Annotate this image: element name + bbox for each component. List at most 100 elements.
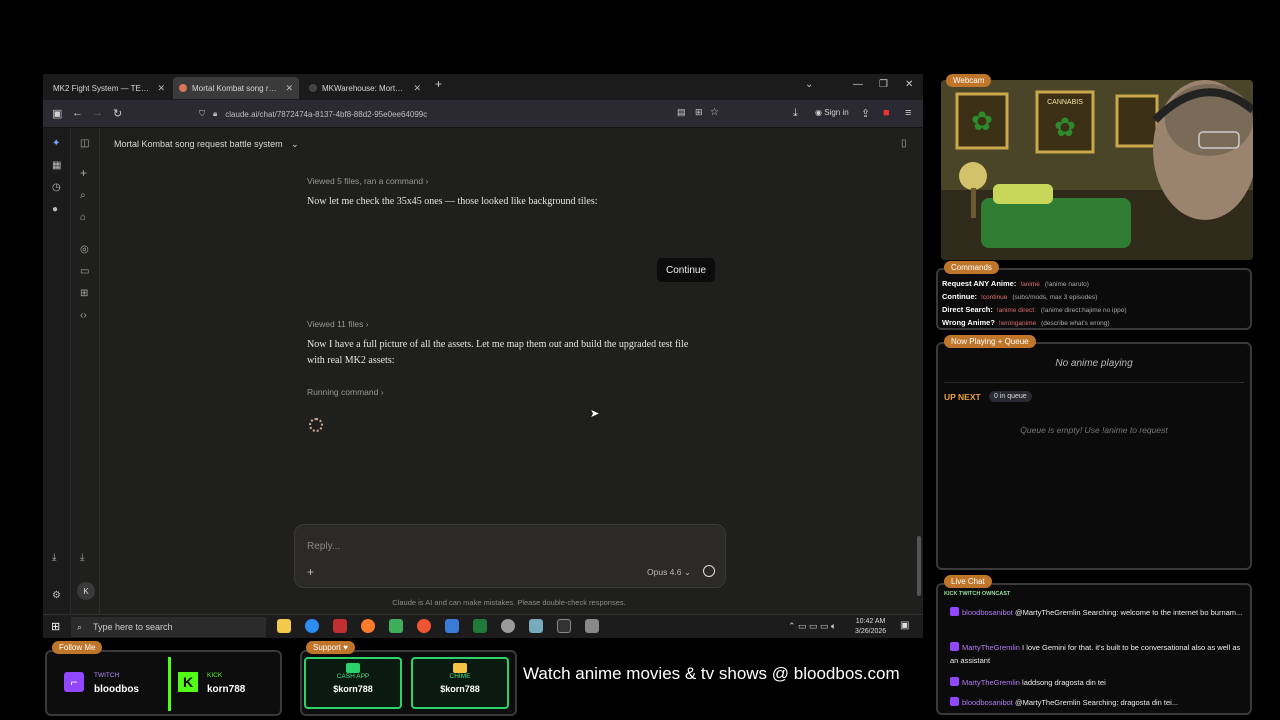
extension-badge-icon[interactable]: ■: [883, 107, 890, 119]
tool-summary-2[interactable]: Viewed 11 files ›: [307, 319, 369, 329]
reload-icon[interactable]: ↻: [113, 107, 122, 120]
apps-icon[interactable]: ⊞: [80, 288, 88, 299]
reader-icon[interactable]: ▤: [677, 107, 686, 118]
new-chat-icon[interactable]: +: [80, 166, 87, 180]
app-icon[interactable]: [585, 619, 599, 633]
browser-sidebar: ✦ ▦ ◷ ● ⤓ ⚙: [43, 128, 71, 614]
search-icon[interactable]: ⌕: [80, 190, 86, 201]
menu-icon[interactable]: ≡: [905, 107, 911, 119]
download-app-icon[interactable]: ⤓: [80, 552, 84, 563]
continue-button[interactable]: Continue: [657, 258, 715, 282]
chevron-down-icon[interactable]: ⌄: [805, 79, 813, 90]
divider: [944, 382, 1244, 383]
artifact-panel-icon[interactable]: ▯: [901, 138, 907, 149]
forward-icon[interactable]: →: [92, 107, 103, 119]
artifacts-icon[interactable]: ▭: [80, 266, 89, 277]
tab-mkwarehouse[interactable]: MKWarehouse: Mortal Kombat ✕: [303, 77, 427, 99]
avatar[interactable]: K: [77, 582, 95, 600]
nav-bar: ▣ ← → ↻ ⛉ 🔒︎ claude.ai/chat/7872474a-813…: [43, 100, 923, 128]
claude-icon: [179, 84, 187, 92]
app-icon[interactable]: [333, 619, 347, 633]
color-picker-icon[interactable]: ●: [52, 204, 58, 215]
chats-icon[interactable]: ⌂: [80, 212, 86, 223]
close-window-button[interactable]: ✕: [905, 79, 913, 90]
app-icon[interactable]: [389, 619, 403, 633]
bookmarks-icon[interactable]: ▦: [52, 160, 61, 171]
file-explorer-icon[interactable]: [277, 619, 291, 633]
sign-in-button[interactable]: ◉ Sign in: [815, 108, 849, 117]
close-icon[interactable]: ✕: [157, 83, 165, 94]
chat-message: bloodbosanibot @MartyTheGremlin Searchin…: [950, 696, 1246, 709]
app-icon[interactable]: [445, 619, 459, 633]
app-icon[interactable]: [473, 619, 487, 633]
tool-summary-1[interactable]: Viewed 5 files, ran a command ›: [307, 176, 428, 186]
chevron-down-icon: ⌄: [291, 139, 299, 149]
bookmark-star-icon[interactable]: ☆: [710, 107, 719, 118]
model-selector[interactable]: Opus 4.6 ⌄: [647, 567, 691, 578]
reply-input[interactable]: Reply...: [307, 541, 340, 552]
twitch-icon: [950, 697, 959, 706]
url-text: claude.ai/chat/7872474a-8137-4bf8-88d2-9…: [225, 109, 428, 119]
screenshot-icon[interactable]: ⊞: [695, 107, 703, 118]
chrome-icon[interactable]: [417, 619, 431, 633]
queue-empty-text: Queue is empty! Use !anime to request: [1020, 425, 1168, 435]
code-icon[interactable]: ‹›: [80, 310, 87, 321]
support-tag: Support ♥: [306, 641, 355, 654]
twitch-icon: [950, 607, 959, 616]
loading-spinner: [309, 418, 323, 432]
assistant-message-2: Now I have a full picture of all the ass…: [307, 339, 689, 366]
back-icon[interactable]: ←: [72, 107, 83, 119]
close-icon[interactable]: ✕: [413, 83, 421, 94]
restore-button[interactable]: ❐: [879, 79, 888, 90]
live-chat-tag: Live Chat: [944, 575, 992, 588]
webcam-tag: Webcam: [946, 74, 992, 87]
taskbar-search[interactable]: ⌕ Type here to search: [71, 617, 266, 637]
firefox-icon[interactable]: [361, 619, 375, 633]
notification-icon[interactable]: ▣: [900, 620, 909, 631]
close-icon[interactable]: ✕: [285, 83, 293, 94]
cashapp-button[interactable]: CASH APP $korn788: [304, 657, 402, 709]
browser-window: MK2 Fight System — TEST MODE ✕ Mortal Ko…: [43, 74, 923, 614]
reply-box[interactable]: Reply... + Opus 4.6 ⌄: [294, 524, 726, 588]
app-icon[interactable]: [529, 619, 543, 633]
tab-mortal-kombat-song[interactable]: Mortal Kombat song request b ✕: [173, 77, 299, 99]
extensions-icon[interactable]: ⇪: [861, 107, 870, 120]
add-attachment-button[interactable]: +: [307, 565, 314, 579]
downloads-icon[interactable]: ⤓: [52, 552, 56, 563]
chime-button[interactable]: CHIME $korn788: [411, 657, 509, 709]
history-icon[interactable]: ◷: [52, 182, 61, 193]
kick-username[interactable]: korn788: [207, 684, 245, 695]
stop-icon[interactable]: [703, 565, 715, 577]
app-icon[interactable]: [501, 619, 515, 633]
queue-count-badge: 0 in queue: [989, 391, 1032, 402]
settings-icon[interactable]: ⚙: [52, 590, 61, 601]
follow-tag: Follow Me: [52, 641, 103, 654]
twitch-icon: ⌐: [64, 672, 84, 692]
clock[interactable]: 10:42 AM 3/26/2026: [855, 617, 886, 637]
disclaimer: Claude is AI and can make mistakes. Plea…: [392, 598, 626, 607]
kick-label: KICK: [207, 672, 223, 679]
conversation-title[interactable]: Mortal Kombat song request battle system…: [114, 139, 299, 150]
twitch-username[interactable]: bloodbos: [94, 684, 139, 695]
projects-icon[interactable]: ◎: [80, 244, 89, 255]
sparkle-icon[interactable]: ✦: [52, 138, 60, 149]
chat-message: bloodbosanibot @MartyTheGremlin Searchin…: [950, 606, 1246, 619]
url-bar[interactable]: ⛉ 🔒︎ claude.ai/chat/7872474a-8137-4bf8-8…: [199, 104, 719, 124]
command-row: Request ANY Anime: !anime (!anime naruto): [942, 279, 1089, 288]
website-banner: Watch anime movies & tv shows @ bloodbos…: [523, 664, 900, 683]
new-tab-button[interactable]: +: [435, 77, 442, 91]
windows-start-icon[interactable]: ⊞: [51, 620, 60, 633]
tab-mk2-fight-system[interactable]: MK2 Fight System — TEST MODE ✕: [47, 77, 171, 99]
tray-icons[interactable]: ⌃ ▭ ▭ ▭ 🔈︎: [788, 621, 836, 632]
sidebar-toggle-icon[interactable]: ▣: [52, 107, 62, 120]
edge-icon[interactable]: [305, 619, 319, 633]
claude-sidebar: ◫ + ⌕ ⌂ ◎ ▭ ⊞ ‹› ⤓ K: [72, 128, 100, 614]
download-icon[interactable]: ⤓: [793, 107, 798, 120]
tool-summary-3[interactable]: Running command ›: [307, 387, 384, 397]
sidebar-collapse-icon[interactable]: ◫: [80, 138, 89, 149]
svg-text:✿: ✿: [971, 107, 993, 137]
minimize-button[interactable]: —: [853, 79, 863, 90]
terminal-icon[interactable]: [557, 619, 571, 633]
scrollbar[interactable]: [917, 536, 921, 596]
twitch-icon: [950, 642, 959, 651]
